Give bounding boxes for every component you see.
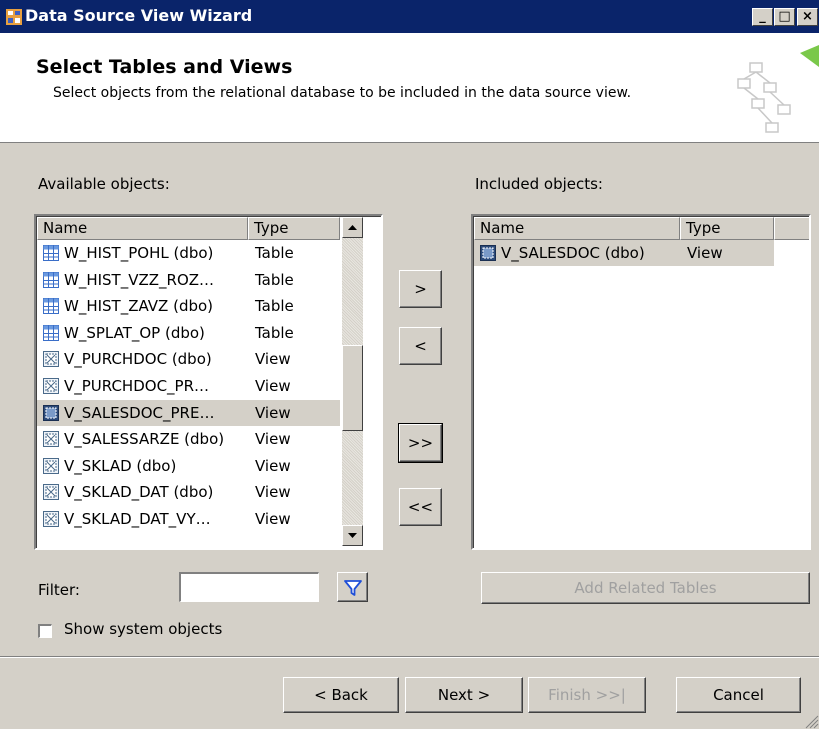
included-column-type[interactable]: Type — [680, 217, 774, 240]
row-type: Table — [255, 244, 294, 262]
table-icon — [43, 298, 59, 315]
scroll-up-button[interactable] — [342, 217, 363, 238]
row-name: W_SPLAT_OP (dbo) — [64, 323, 205, 342]
row-name: V_SALESDOC (dbo) — [501, 240, 645, 266]
available-row[interactable]: V_SKLAD_DAT_VY… View — [37, 506, 340, 532]
add-selected-button[interactable]: > — [399, 270, 442, 308]
scroll-thumb[interactable] — [342, 345, 363, 431]
arrow-up-icon — [348, 225, 357, 230]
table-icon — [43, 245, 59, 261]
add-related-tables-button[interactable]: Add Related Tables — [481, 572, 810, 604]
wizard-banner-graphic — [737, 45, 819, 133]
filter-input[interactable] — [179, 572, 319, 602]
row-type: View — [255, 377, 291, 395]
available-objects-list[interactable]: Name Type W_HIST_POHL (dbo) Table W_HIST_V… — [34, 214, 383, 550]
available-row[interactable]: V_SALESSARZE (dbo) View — [37, 426, 340, 452]
scroll-down-button[interactable] — [342, 525, 363, 546]
included-objects-label: Included objects: — [475, 175, 603, 193]
view-icon — [43, 431, 59, 448]
show-system-objects-label[interactable]: Show system objects — [64, 620, 222, 638]
row-name: V_SALESDOC_PRE… — [64, 399, 215, 426]
wizard-app-icon — [6, 9, 22, 25]
table-icon — [43, 271, 59, 288]
next-button[interactable]: Next > — [405, 677, 523, 713]
row-name: V_SKLAD_DAT (dbo) — [64, 483, 214, 502]
row-name: V_SKLAD_DAT_VY… — [64, 510, 211, 528]
included-column-filler — [774, 217, 809, 240]
available-row[interactable]: V_SALESDOC_PRE… View — [37, 399, 340, 426]
filter-button[interactable] — [337, 572, 368, 602]
row-type: View — [255, 483, 291, 502]
remove-all-button[interactable]: << — [399, 488, 442, 526]
row-type: View — [255, 456, 291, 475]
page-title: Select Tables and Views — [36, 56, 293, 78]
available-row[interactable]: W_HIST_POHL (dbo) Table — [37, 240, 340, 266]
resize-grip-icon[interactable] — [802, 712, 819, 729]
view-icon — [43, 378, 59, 394]
row-type: Table — [255, 323, 294, 342]
row-type: Table — [255, 297, 294, 316]
row-type: View — [255, 510, 291, 528]
view-icon — [43, 484, 59, 501]
cancel-button[interactable]: Cancel — [676, 677, 801, 713]
view-icon — [480, 245, 496, 261]
filter-funnel-icon — [343, 580, 362, 596]
row-type: Table — [255, 270, 294, 289]
available-row[interactable]: V_SKLAD (dbo) View — [37, 453, 340, 479]
view-icon — [43, 404, 59, 421]
view-icon — [43, 511, 59, 527]
available-objects-label: Available objects: — [38, 175, 170, 193]
included-row[interactable]: V_SALESDOC (dbo) View — [474, 240, 774, 266]
row-type: View — [687, 244, 723, 262]
row-name: V_SKLAD (dbo) — [64, 456, 177, 475]
available-row[interactable]: W_HIST_ZAVZ (dbo) Table — [37, 293, 340, 319]
row-name: W_HIST_ZAVZ (dbo) — [64, 297, 214, 316]
row-name: V_PURCHDOC (dbo) — [64, 350, 212, 369]
row-name: W_HIST_POHL (dbo) — [64, 244, 214, 262]
arrow-down-icon — [348, 533, 357, 538]
row-type: View — [255, 430, 291, 449]
view-icon — [43, 457, 59, 474]
back-button[interactable]: < Back — [283, 677, 399, 713]
remove-selected-button[interactable]: < — [399, 327, 442, 365]
available-row[interactable]: V_SKLAD_DAT (dbo) View — [37, 479, 340, 505]
table-icon — [43, 324, 59, 341]
available-row[interactable]: W_HIST_VZZ_ROZ… Table — [37, 267, 340, 293]
row-type: View — [255, 403, 291, 422]
add-all-button[interactable]: >> — [398, 423, 443, 463]
show-system-objects-checkbox[interactable] — [38, 624, 52, 638]
title-bar[interactable]: Data Source View Wizard _ □ × — [0, 0, 819, 33]
row-type: View — [255, 350, 291, 369]
close-button[interactable]: × — [797, 8, 818, 26]
maximize-button[interactable]: □ — [774, 8, 795, 26]
available-list-scrollbar[interactable] — [342, 217, 363, 546]
view-icon — [43, 351, 59, 368]
page-description: Select objects from the relational datab… — [53, 85, 632, 101]
filter-label: Filter: — [38, 581, 80, 599]
row-name: W_HIST_VZZ_ROZ… — [64, 270, 215, 289]
available-row[interactable]: W_SPLAT_OP (dbo) Table — [37, 320, 340, 346]
finish-button[interactable]: Finish >>| — [528, 677, 646, 713]
available-row[interactable]: V_PURCHDOC (dbo) View — [37, 346, 340, 372]
available-column-type[interactable]: Type — [248, 217, 340, 240]
available-row[interactable]: V_PURCHDOC_PR… View — [37, 373, 340, 399]
row-name: V_SALESSARZE (dbo) — [64, 430, 225, 449]
included-objects-list[interactable]: Name Type V_SALESDOC (dbo) View — [471, 214, 811, 550]
minimize-button[interactable]: _ — [752, 8, 773, 26]
included-column-name[interactable]: Name — [474, 217, 680, 240]
footer-separator — [0, 656, 819, 658]
available-column-name[interactable]: Name — [37, 217, 248, 240]
window-title: Data Source View Wizard — [25, 6, 253, 25]
wizard-window: Data Source View Wizard _ □ × Select Tab… — [0, 0, 819, 729]
wizard-header: Select Tables and Views Select objects f… — [0, 33, 819, 143]
row-name: V_PURCHDOC_PR… — [64, 377, 210, 395]
